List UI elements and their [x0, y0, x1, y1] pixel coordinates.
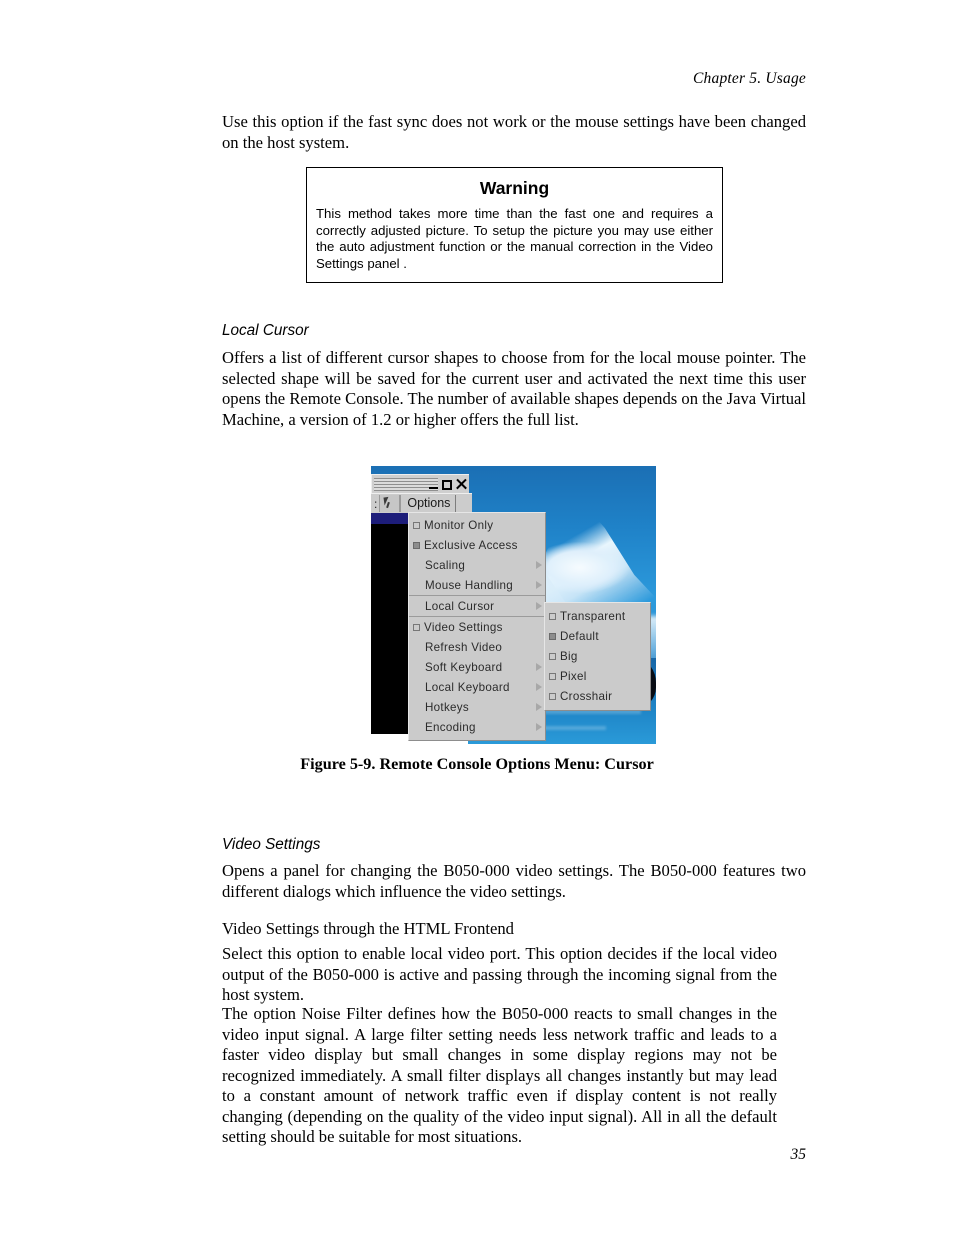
- submenu-item-crosshair[interactable]: Crosshair: [545, 686, 650, 706]
- menu-item-label: Refresh Video: [425, 640, 503, 654]
- submenu-arrow-icon: [536, 663, 542, 671]
- window-titlebar[interactable]: [371, 474, 469, 494]
- intro-paragraph: Use this option if the fast sync does no…: [222, 112, 806, 152]
- document-page: Chapter 5. Usage Use this option if the …: [0, 0, 954, 1235]
- submenu-arrow-icon: [536, 602, 542, 610]
- running-head: Chapter 5. Usage: [693, 70, 806, 87]
- menu-item-label: Monitor Only: [424, 518, 494, 532]
- submenu-item-big[interactable]: Big: [545, 646, 650, 666]
- checkbox-unchecked-icon[interactable]: [413, 623, 420, 631]
- menu-item-monitor-only[interactable]: Monitor Only: [409, 515, 545, 535]
- menu-item-mouse-handling[interactable]: Mouse Handling: [409, 575, 545, 595]
- video-settings-paragraph-1: Select this option to enable local video…: [222, 944, 777, 1004]
- submenu-arrow-icon: [536, 683, 542, 691]
- warning-text: This method takes more time than the fas…: [316, 206, 713, 271]
- menu-item-label: Mouse Handling: [425, 578, 513, 592]
- figure-canvas: : Options Monitor Only Exclusive Access Sc…: [371, 466, 656, 744]
- local-cursor-paragraph: Offers a list of different cursor shapes…: [222, 348, 806, 429]
- window-menubar: : Options: [371, 493, 472, 513]
- warning-title: Warning: [479, 178, 550, 198]
- menu-item-label: Video Settings: [424, 620, 503, 634]
- video-settings-paragraph-2: The option Noise Filter defines how the …: [222, 1004, 777, 1146]
- menu-item-video-settings[interactable]: Video Settings: [409, 617, 545, 637]
- figure-remote-console: : Options Monitor Only Exclusive Access Sc…: [371, 466, 656, 744]
- submenu-arrow-icon: [536, 703, 542, 711]
- checkbox-unchecked-icon[interactable]: [549, 652, 556, 660]
- minimize-icon[interactable]: [429, 487, 438, 489]
- menu-item-refresh-video[interactable]: Refresh Video: [409, 637, 545, 657]
- video-settings-subheading: Video Settings through the HTML Frontend: [222, 919, 514, 938]
- local-cursor-submenu: Transparent Default Big Pixel Crosshair: [544, 602, 651, 711]
- menu-item-scaling[interactable]: Scaling: [409, 555, 545, 575]
- menu-item-local-keyboard[interactable]: Local Keyboard: [409, 677, 545, 697]
- menu-item-exclusive-access[interactable]: Exclusive Access: [409, 535, 545, 555]
- menu-item-label: Crosshair: [560, 689, 613, 703]
- menu-item-soft-keyboard[interactable]: Soft Keyboard: [409, 657, 545, 677]
- page-number: 35: [790, 1146, 807, 1163]
- window-controls: [429, 477, 467, 492]
- checkbox-unchecked-icon[interactable]: [549, 692, 556, 700]
- menu-item-hotkeys[interactable]: Hotkeys: [409, 697, 545, 717]
- checkbox-unchecked-icon[interactable]: [549, 672, 556, 680]
- submenu-item-transparent[interactable]: Transparent: [545, 606, 650, 626]
- maximize-icon[interactable]: [442, 479, 452, 490]
- options-dropdown-menu: Monitor Only Exclusive Access Scaling Mouse…: [408, 512, 546, 741]
- checkbox-unchecked-icon[interactable]: [413, 521, 420, 529]
- menu-item-label: Big: [560, 649, 578, 663]
- menu-item-label: Local Keyboard: [425, 680, 510, 694]
- menu-item-label: Local Cursor: [425, 599, 495, 613]
- submenu-item-default[interactable]: Default: [545, 626, 650, 646]
- menubar-prefix: :: [374, 496, 378, 511]
- checkbox-checked-icon[interactable]: [413, 541, 420, 549]
- submenu-arrow-icon: [536, 723, 542, 731]
- mouse-cursor-icon[interactable]: [379, 495, 401, 512]
- warning-box: Warning This method takes more time than…: [306, 167, 723, 284]
- checkbox-checked-icon[interactable]: [549, 632, 556, 640]
- close-icon[interactable]: [456, 479, 467, 490]
- checkbox-unchecked-icon[interactable]: [549, 612, 556, 620]
- menu-item-label: Encoding: [425, 720, 476, 734]
- menu-item-label: Exclusive Access: [424, 538, 518, 552]
- submenu-item-pixel[interactable]: Pixel: [545, 666, 650, 686]
- section-heading-local-cursor: Local Cursor: [222, 322, 309, 339]
- menu-item-label: Default: [560, 629, 599, 643]
- figure-caption: Figure 5-9. Remote Console Options Menu:…: [300, 755, 654, 773]
- submenu-arrow-icon: [536, 581, 542, 589]
- section-heading-video-settings: Video Settings: [222, 836, 321, 853]
- menu-item-label: Transparent: [560, 609, 626, 623]
- submenu-arrow-icon: [536, 561, 542, 569]
- menu-item-label: Pixel: [560, 669, 587, 683]
- menu-item-label: Hotkeys: [425, 700, 469, 714]
- video-settings-paragraph: Opens a panel for changing the B050-000 …: [222, 861, 806, 901]
- menu-item-local-cursor[interactable]: Local Cursor: [409, 595, 545, 617]
- menu-item-encoding[interactable]: Encoding: [409, 717, 545, 737]
- menubar-item-options[interactable]: Options: [400, 495, 457, 512]
- mouse-cursor-icon-tail: [386, 501, 391, 509]
- menu-item-label: Soft Keyboard: [425, 660, 503, 674]
- menu-item-label: Scaling: [425, 558, 466, 572]
